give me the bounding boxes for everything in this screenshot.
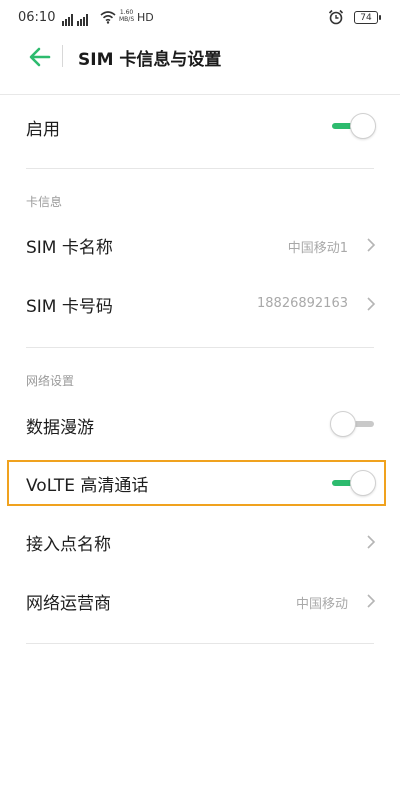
chevron-right-icon[interactable] xyxy=(366,237,376,253)
hd-indicator: HD xyxy=(137,11,154,24)
chevron-right-icon[interactable] xyxy=(366,593,376,609)
alarm-icon xyxy=(328,9,344,25)
status-time: 06:10 xyxy=(18,10,56,25)
enable-label: 启用 xyxy=(26,120,60,140)
section-network: 网络设置 xyxy=(26,374,75,388)
divider xyxy=(26,643,374,644)
header-bottom-line xyxy=(0,94,400,95)
battery-indicator: 74 xyxy=(354,11,381,24)
apn-label[interactable]: 接入点名称 xyxy=(26,530,111,555)
divider xyxy=(26,168,374,169)
data-roaming-toggle[interactable] xyxy=(330,411,376,437)
volte-toggle[interactable] xyxy=(330,470,376,496)
data-roaming-label: 数据漫游 xyxy=(26,418,94,438)
back-arrow-icon[interactable] xyxy=(28,45,52,69)
carrier-value: 中国移动 xyxy=(295,597,348,612)
sim-name-value: 中国移动1 xyxy=(287,241,348,256)
chevron-right-icon[interactable] xyxy=(366,296,376,312)
volte-label: VoLTE 高清通话 xyxy=(26,476,149,496)
chevron-right-icon[interactable] xyxy=(366,534,376,550)
wifi-icon xyxy=(100,11,116,24)
enable-toggle[interactable] xyxy=(330,113,376,139)
sim-number-value: 18826892163 xyxy=(257,296,348,311)
signal-icon xyxy=(62,14,88,26)
sim-number-label[interactable]: SIM 卡号码 xyxy=(26,292,113,317)
page-title: SIM 卡信息与设置 xyxy=(78,50,222,70)
divider xyxy=(26,347,374,348)
status-bar: 06:10 1.60 MB/S HD 74 xyxy=(18,8,381,30)
header-divider xyxy=(62,45,63,67)
network-speed: 1.60 MB/S xyxy=(119,9,135,23)
sim-name-label[interactable]: SIM 卡名称 xyxy=(26,233,113,258)
section-card-info: 卡信息 xyxy=(26,195,63,209)
carrier-label[interactable]: 网络运营商 xyxy=(26,589,111,614)
